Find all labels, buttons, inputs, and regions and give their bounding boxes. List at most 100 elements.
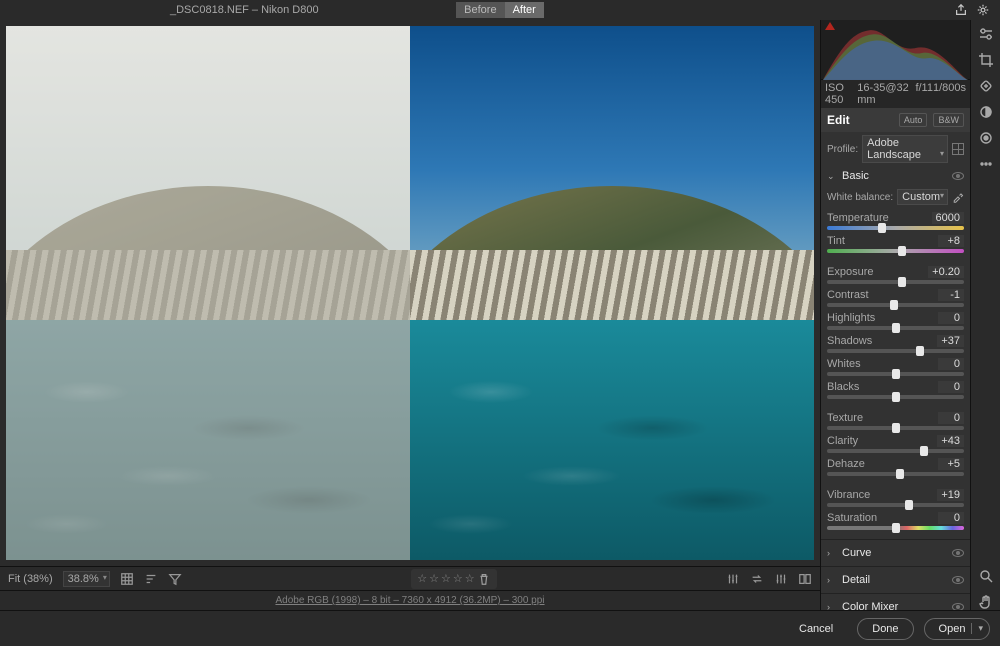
blacks-slider[interactable]: Blacks0 <box>827 381 964 399</box>
star-icon[interactable]: ☆ <box>441 572 451 585</box>
presets-icon[interactable] <box>978 156 994 172</box>
star-icon[interactable]: ☆ <box>417 572 427 585</box>
slider-track[interactable] <box>827 472 964 476</box>
adjust-icon[interactable] <box>726 572 740 586</box>
curve-section[interactable]: ›Curve <box>821 539 970 566</box>
slider-track[interactable] <box>827 249 964 253</box>
detail-section[interactable]: ›Detail <box>821 566 970 593</box>
saturation-slider[interactable]: Saturation0 <box>827 512 964 530</box>
rating-stars[interactable]: ☆☆☆☆☆ <box>411 569 496 589</box>
shadows-slider[interactable]: Shadows+37 <box>827 335 964 353</box>
image-info[interactable]: Adobe RGB (1998) – 8 bit – 7360 x 4912 (… <box>275 595 544 606</box>
slider-thumb[interactable] <box>898 246 906 256</box>
slider-value[interactable]: +5 <box>938 458 964 470</box>
share-icon[interactable] <box>954 3 968 17</box>
highlights-slider[interactable]: Highlights0 <box>827 312 964 330</box>
slider-value[interactable]: +43 <box>937 435 964 447</box>
visibility-icon[interactable] <box>952 576 964 584</box>
visibility-icon[interactable] <box>952 172 964 180</box>
basic-section-header[interactable]: ⌄ Basic <box>821 166 970 186</box>
slider-thumb[interactable] <box>892 323 900 333</box>
before-after-toggle[interactable]: Before After <box>456 2 544 18</box>
visibility-icon[interactable] <box>952 549 964 557</box>
slider-track[interactable] <box>827 426 964 430</box>
open-button[interactable]: Open <box>924 618 990 640</box>
slider-value[interactable]: 0 <box>938 358 964 370</box>
auto-button[interactable]: Auto <box>899 113 928 127</box>
slider-track[interactable] <box>827 372 964 376</box>
mask-icon[interactable] <box>978 104 994 120</box>
slider-value[interactable]: 0 <box>938 512 964 524</box>
vibrance-slider[interactable]: Vibrance+19 <box>827 489 964 507</box>
slider-value[interactable]: +8 <box>938 235 964 247</box>
swap-icon[interactable] <box>750 572 764 586</box>
trash-icon[interactable] <box>477 572 491 586</box>
exposure-slider[interactable]: Exposure+0.20 <box>827 266 964 284</box>
profile-browser-icon[interactable] <box>952 143 964 155</box>
slider-thumb[interactable] <box>878 223 886 233</box>
slider-track[interactable] <box>827 303 964 307</box>
slider-thumb[interactable] <box>892 423 900 433</box>
slider-track[interactable] <box>827 449 964 453</box>
filter-icon[interactable] <box>168 572 182 586</box>
done-button[interactable]: Done <box>857 618 913 640</box>
eyedropper-icon[interactable] <box>952 191 964 203</box>
slider-track[interactable] <box>827 526 964 530</box>
slider-value[interactable]: 6000 <box>932 212 964 224</box>
star-icon[interactable]: ☆ <box>465 572 475 585</box>
clarity-slider[interactable]: Clarity+43 <box>827 435 964 453</box>
slider-thumb[interactable] <box>890 300 898 310</box>
slider-track[interactable] <box>827 326 964 330</box>
redeye-icon[interactable] <box>978 130 994 146</box>
histogram[interactable] <box>821 20 970 80</box>
wb-select[interactable]: Custom <box>897 189 948 205</box>
temperature-slider[interactable]: Temperature6000 <box>827 212 964 230</box>
gear-icon[interactable] <box>976 3 990 17</box>
slider-thumb[interactable] <box>892 369 900 379</box>
profile-select[interactable]: Adobe Landscape <box>862 135 948 163</box>
slider-thumb[interactable] <box>905 500 913 510</box>
slider-value[interactable]: +19 <box>937 489 964 501</box>
before-tab[interactable]: Before <box>456 2 504 18</box>
zoom-select[interactable]: 38.8% <box>63 571 110 587</box>
slider-track[interactable] <box>827 280 964 284</box>
tint-slider[interactable]: Tint+8 <box>827 235 964 253</box>
dehaze-slider[interactable]: Dehaze+5 <box>827 458 964 476</box>
edit-sliders-icon[interactable] <box>978 26 994 42</box>
slider-track[interactable] <box>827 349 964 353</box>
texture-slider[interactable]: Texture0 <box>827 412 964 430</box>
slider-value[interactable]: 0 <box>938 312 964 324</box>
slider-thumb[interactable] <box>896 469 904 479</box>
slider-track[interactable] <box>827 395 964 399</box>
slider-value[interactable]: 0 <box>938 381 964 393</box>
slider-value[interactable]: -1 <box>938 289 964 301</box>
heal-icon[interactable] <box>978 78 994 94</box>
slider-track[interactable] <box>827 503 964 507</box>
star-icon[interactable]: ☆ <box>453 572 463 585</box>
hand-icon[interactable] <box>978 594 994 610</box>
visibility-icon[interactable] <box>952 603 964 610</box>
sliders-icon[interactable] <box>774 572 788 586</box>
slider-value[interactable]: +0.20 <box>928 266 964 278</box>
cancel-button[interactable]: Cancel <box>785 619 847 639</box>
slider-track[interactable] <box>827 226 964 230</box>
contrast-slider[interactable]: Contrast-1 <box>827 289 964 307</box>
slider-value[interactable]: +37 <box>937 335 964 347</box>
slider-thumb[interactable] <box>898 277 906 287</box>
color-mixer-section[interactable]: ›Color Mixer <box>821 593 970 610</box>
compare-icon[interactable] <box>798 572 812 586</box>
image-canvas[interactable] <box>0 20 820 566</box>
slider-thumb[interactable] <box>892 523 900 533</box>
after-tab[interactable]: After <box>505 2 544 18</box>
slider-thumb[interactable] <box>892 392 900 402</box>
slider-thumb[interactable] <box>920 446 928 456</box>
bw-button[interactable]: B&W <box>933 113 964 127</box>
slider-value[interactable]: 0 <box>938 412 964 424</box>
zoom-icon[interactable] <box>978 568 994 584</box>
grid-icon[interactable] <box>120 572 134 586</box>
slider-thumb[interactable] <box>916 346 924 356</box>
whites-slider[interactable]: Whites0 <box>827 358 964 376</box>
star-icon[interactable]: ☆ <box>429 572 439 585</box>
fit-label[interactable]: Fit (38%) <box>8 573 53 585</box>
crop-icon[interactable] <box>978 52 994 68</box>
